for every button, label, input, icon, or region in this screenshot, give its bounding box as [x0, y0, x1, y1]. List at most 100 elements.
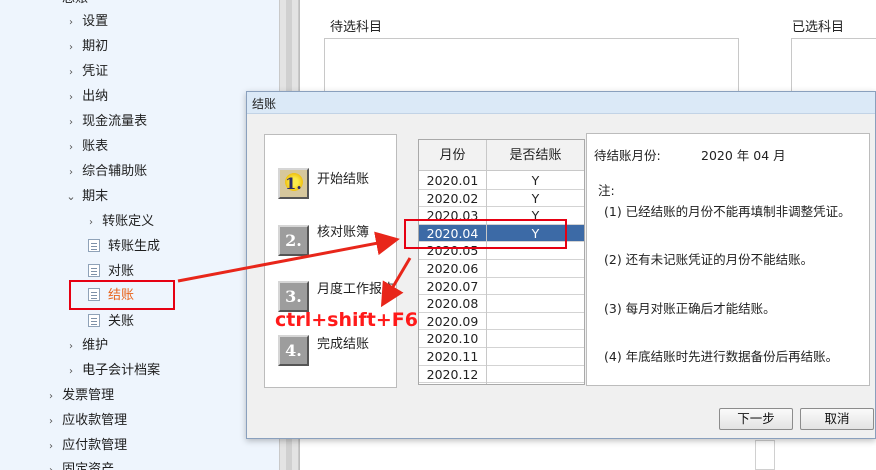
table-row[interactable]: 2020.02 Y: [419, 190, 584, 208]
nav-item-cash-flow[interactable]: › 现金流量表: [64, 111, 147, 133]
column-header-month[interactable]: 月份: [419, 140, 486, 171]
close-account-dialog: 结账 1. 开始结账 2. 核对账簿 3. 月度工作报告 4. 完成结账 月份 …: [246, 91, 876, 439]
nav-label: 发票管理: [62, 388, 115, 403]
pending-subjects-label: 待选科目: [330, 20, 383, 35]
nav-label: 应收款管理: [62, 413, 128, 428]
nav-item-receivables[interactable]: › 应收款管理: [44, 410, 127, 432]
table-row[interactable]: 2020.01 Y: [419, 172, 584, 190]
highlight-box: [69, 280, 175, 310]
pending-month-label: 待结账月份:: [594, 148, 661, 163]
nav-label: 账表: [82, 139, 109, 154]
nav-item-payables[interactable]: › 应付款管理: [44, 435, 127, 457]
chevron-right-icon: ›: [69, 42, 73, 53]
chevron-right-icon: ›: [69, 67, 73, 78]
chevron-right-icon: ›: [69, 92, 73, 103]
nav-label: 转账定义: [102, 214, 155, 229]
table-row[interactable]: 2020.12: [419, 366, 584, 384]
chevron-right-icon: ›: [69, 117, 73, 128]
document-icon: [88, 264, 100, 277]
nav-item-aux-ledger[interactable]: › 综合辅助账: [64, 161, 147, 183]
closed-cell: Y: [531, 190, 540, 206]
chevron-right-icon: ›: [49, 416, 53, 427]
nav-item-maintenance[interactable]: › 维护: [64, 335, 108, 357]
cancel-button[interactable]: 取消: [800, 408, 874, 430]
step-4-icon: 4.: [278, 335, 309, 366]
pending-month-value: 2020 年 04 月: [701, 148, 786, 163]
step-3-icon: 3.: [278, 281, 309, 312]
next-button[interactable]: 下一步: [719, 408, 793, 430]
nav-label: 转账生成: [108, 239, 161, 254]
chevron-down-icon: ⌄: [66, 190, 76, 203]
chevron-right-icon: ›: [69, 17, 73, 28]
nav-label: 凭证: [82, 64, 109, 79]
nav-item-period-end[interactable]: ⌄ 期末: [64, 186, 108, 208]
nav-label: 期初: [82, 39, 109, 54]
nav-label: 出纳: [82, 89, 109, 104]
month-cell: 2020.08: [426, 296, 479, 312]
nav-item-cashier[interactable]: › 出纳: [64, 86, 108, 108]
pending-subjects-list[interactable]: [324, 38, 739, 98]
nav-item-voucher[interactable]: › 凭证: [64, 61, 108, 83]
nav-label: 维护: [82, 338, 109, 353]
nav-item-opening[interactable]: › 期初: [64, 36, 108, 58]
nav-label: 总账: [62, 0, 88, 6]
chevron-right-icon: ›: [49, 391, 53, 402]
nav-item-reports[interactable]: › 账表: [64, 136, 108, 158]
table-row[interactable]: 2020.11: [419, 348, 584, 366]
dialog-title: 结账: [252, 97, 277, 111]
table-row[interactable]: 2020.06: [419, 260, 584, 278]
nav-label: 关账: [108, 314, 135, 329]
step-1-label: 开始结账: [317, 172, 370, 187]
column-header-closed[interactable]: 是否结账: [487, 140, 584, 171]
closed-cell: [487, 313, 584, 330]
step-3-label: 月度工作报告: [317, 282, 396, 297]
table-row[interactable]: 2020.08: [419, 295, 584, 313]
notes-heading: 注:: [598, 183, 615, 198]
closed-cell: [487, 260, 584, 277]
step-1-icon: 1.: [278, 168, 309, 199]
nav-label: 综合辅助账: [82, 164, 148, 179]
selected-subjects-label: 已选科目: [792, 20, 845, 35]
steps-panel: 1. 开始结账 2. 核对账簿 3. 月度工作报告 4. 完成结账: [264, 134, 397, 388]
chevron-right-icon: ›: [44, 460, 58, 470]
month-status-table: 月份 是否结账 2020.01 Y 2020.02 Y 2020.03 Y 2020.04 Y…: [418, 139, 585, 385]
chevron-right-icon: ›: [69, 142, 73, 153]
highlight-box: [404, 219, 567, 249]
document-icon: [88, 239, 100, 252]
table-row[interactable]: 2020.10: [419, 330, 584, 348]
nav-label: 固定资产: [62, 462, 115, 470]
nav-item-general-ledger[interactable]: 总账: [62, 0, 88, 10]
table-row[interactable]: 2020.07: [419, 278, 584, 296]
dialog-titlebar[interactable]: 结账: [247, 92, 875, 114]
nav-label: 应付款管理: [62, 438, 128, 453]
nav-item-fixed-assets[interactable]: › 固定资产: [44, 459, 114, 470]
closed-cell: [487, 330, 584, 347]
month-cell: 2020.10: [426, 331, 479, 347]
document-icon: [88, 314, 100, 327]
nav-item-transfer-def[interactable]: › 转账定义: [84, 211, 154, 233]
closed-cell: [487, 366, 584, 383]
chevron-right-icon: ›: [49, 441, 53, 452]
selected-subjects-list[interactable]: [791, 38, 876, 98]
nav-item-settings[interactable]: › 设置: [64, 11, 108, 33]
closed-cell: [487, 295, 584, 312]
list-scroll-button[interactable]: [755, 440, 775, 470]
closed-cell: [487, 348, 584, 365]
step-4-label: 完成结账: [317, 337, 370, 352]
chevron-right-icon: ›: [69, 366, 73, 377]
shortcut-annotation: ctrl+shift+F6: [275, 309, 418, 331]
nav-label: 电子会计档案: [82, 363, 161, 378]
note-item: (1) 已经结账的月份不能再填制非调整凭证。: [604, 204, 851, 219]
closed-cell: Y: [531, 173, 540, 188]
month-cell: 2020.11: [426, 349, 479, 364]
month-cell: 2020.07: [426, 278, 479, 294]
nav-item-lock-account[interactable]: 关账: [88, 311, 134, 333]
month-cell: 2020.02: [426, 190, 479, 206]
table-row[interactable]: 2020.09: [419, 313, 584, 331]
table-header: 月份 是否结账: [419, 140, 584, 171]
note-item: (2) 还有未记账凭证的月份不能结账。: [604, 252, 814, 267]
nav-item-transfer-gen[interactable]: 转账生成: [88, 236, 160, 258]
nav-item-e-archive[interactable]: › 电子会计档案: [64, 360, 160, 382]
notes-panel: 待结账月份: 2020 年 04 月 注: (1) 已经结账的月份不能再填制非调…: [586, 133, 870, 386]
nav-item-invoice[interactable]: › 发票管理: [44, 385, 114, 407]
